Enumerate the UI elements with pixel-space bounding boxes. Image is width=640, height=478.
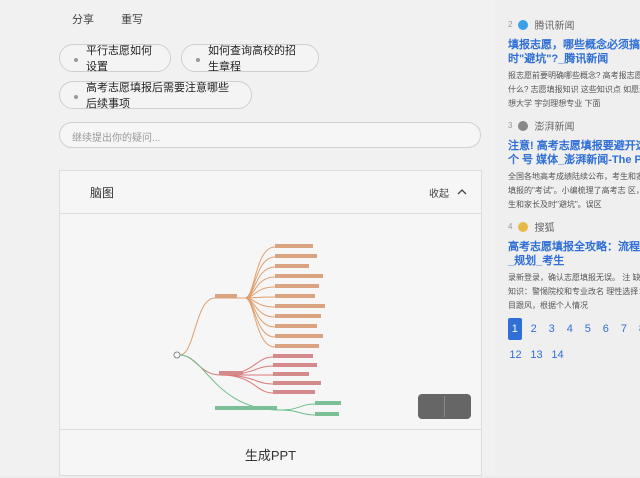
page-button[interactable]: 1 [508,318,522,340]
news-number: 3 [508,121,513,130]
sub-branches [244,246,276,348]
chat-panel: 分享 重写 平行志愿如何设置 如何查询高校的招生章程 高考志愿填报后需要注意哪些… [0,0,495,476]
news-snippet: 报志愿前要明确哪些概念? 高考报志愿 都是什么? 志愿填报知识 这些知识点 如愿… [508,71,640,108]
suggest-question-3[interactable]: 高考志愿填报后需要注意哪些后续事项 [59,81,252,110]
mindmap-title: 脑图 [90,185,115,200]
sub-branches [279,403,316,416]
suggest-label: 高考志愿填报后需要注意哪些后续事项 [86,82,229,110]
branch-line [179,354,281,411]
page-button[interactable]: 3 [546,318,558,340]
mindmap-view-toggle[interactable] [418,394,471,419]
chevron-up-icon [457,189,467,195]
node-text-placeholders [215,401,341,416]
share-button[interactable]: 分享 [72,14,94,26]
source-name: 腾讯新闻 [534,21,575,32]
page-button[interactable]: 5 [582,318,594,340]
node-text-placeholders [215,244,325,348]
news-snippet: 录新登录，确认志愿填报无误。 注 缺路 名师知识：警惕院校和专业改名 理性选择：… [508,273,640,310]
answer-actions: 分享 重写 [72,11,167,27]
page-button[interactable]: 12 [508,344,523,366]
news-source: 2 腾讯新闻 [508,17,640,32]
news-item[interactable]: 2 腾讯新闻 填报志愿，哪些概念必须搞明白 时"避坑"?_腾讯新闻 报志愿前要明确… [508,17,640,111]
root-node [173,351,181,359]
page-button[interactable]: 14 [550,344,565,366]
mindmap-header: 脑图 收起 [60,171,481,214]
source-name: 搜狐 [534,223,555,234]
page-button[interactable]: 4 [564,318,576,340]
branch-line [179,297,216,356]
suggest-label: 如何查询高校的招生章程 [208,45,296,73]
page-button[interactable]: 6 [600,318,612,340]
page-button[interactable]: 2 [528,318,540,340]
mindmap-diagram [173,244,341,416]
node-text-placeholders [219,354,321,394]
page-button[interactable]: 8 [636,318,640,340]
source-logo-icon [518,120,529,131]
news-number: 2 [508,20,513,29]
collapse-button[interactable]: 收起 [429,185,467,200]
page-button[interactable]: 13 [529,344,544,366]
suggest-question-2[interactable]: 如何查询高校的招生章程 [181,44,319,73]
suggest-label: 平行志愿如何设置 [86,45,152,73]
pagination: 1 2 3 4 5 6 7 8 12 13 14 [508,318,640,366]
news-source: 3 澎湃新闻 [508,118,640,133]
generate-ppt-label: 生成PPT [244,447,297,463]
rewrite-button[interactable]: 重写 [121,14,143,26]
news-source: 4 搜狐 [508,219,640,234]
news-title[interactable]: 填报志愿，哪些概念必须搞明白 时"避坑"?_腾讯新闻 [508,38,640,66]
news-title[interactable]: 高考志愿填报全攻略：流程步骤 _规划_考生 [508,240,640,268]
branch-line [179,354,221,376]
source-logo-icon [518,19,529,30]
reference-sidebar: 2 腾讯新闻 填报志愿，哪些概念必须搞明白 时"避坑"?_腾讯新闻 报志愿前要明确… [495,0,640,476]
follow-up-input[interactable]: 继续提出你的疑问... [59,122,481,148]
news-item[interactable]: 4 搜狐 高考志愿填报全攻略：流程步骤 _规划_考生 录新登录，确认志愿填报无误。… [508,219,640,313]
news-item[interactable]: 3 澎湃新闻 注意! 高考志愿填报要避开这10个 号 媒体_澎湃新闻-The Pa… [508,118,640,212]
news-title[interactable]: 注意! 高考志愿填报要避开这10个 号 媒体_澎湃新闻-The Paper [508,139,640,167]
generate-ppt-button[interactable]: 生成PPT [60,429,481,478]
page-button[interactable]: 7 [618,318,630,340]
news-snippet: 全国各地高考成绩陆续公布，考生和家 志愿填报的"考试"。小编梳理了高考志 区，方… [508,172,640,209]
suggest-question-1[interactable]: 平行志愿如何设置 [59,44,171,73]
source-name: 澎湃新闻 [534,122,575,133]
source-logo-icon [518,221,529,232]
collapse-label: 收起 [429,188,449,200]
news-number: 4 [508,222,513,231]
